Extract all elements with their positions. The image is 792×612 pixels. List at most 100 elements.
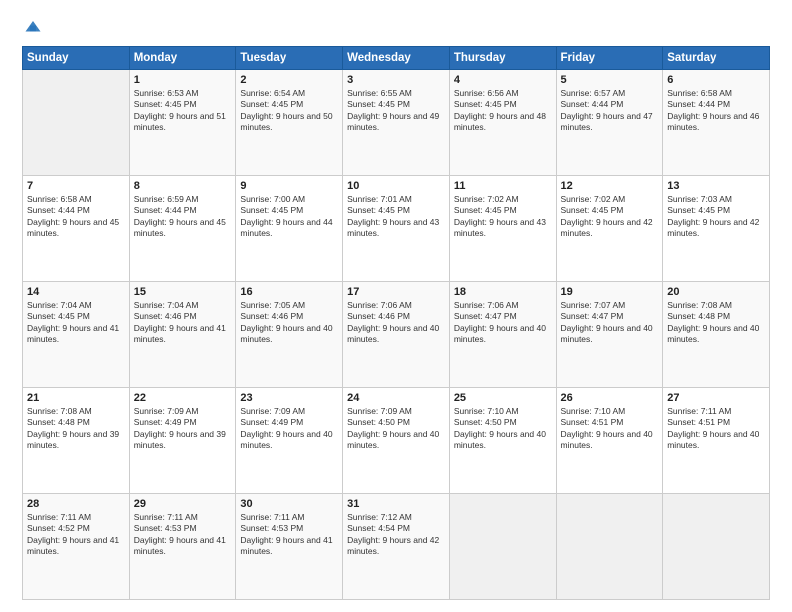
day-number: 1: [134, 74, 232, 86]
day-detail: Sunrise: 6:59 AMSunset: 4:44 PMDaylight:…: [134, 194, 232, 240]
day-number: 28: [27, 498, 125, 510]
day-detail: Sunrise: 6:56 AMSunset: 4:45 PMDaylight:…: [454, 88, 552, 134]
calendar-week-row: 1 Sunrise: 6:53 AMSunset: 4:45 PMDaylight…: [23, 70, 770, 176]
calendar-day-cell: 12Sunrise: 7:02 AMSunset: 4:45 PMDayligh…: [556, 176, 663, 282]
day-number: 31: [347, 498, 445, 510]
day-detail: Sunrise: 7:09 AMSunset: 4:49 PMDaylight:…: [240, 406, 338, 452]
day-number: 12: [561, 180, 659, 192]
day-detail: Sunrise: 7:03 AMSunset: 4:45 PMDaylight:…: [667, 194, 765, 240]
day-number: 23: [240, 392, 338, 404]
calendar-day-cell: [556, 494, 663, 600]
day-number: 5: [561, 74, 659, 86]
day-detail: Sunrise: 6:53 AMSunset: 4:45 PMDaylight:…: [134, 88, 232, 134]
calendar-day-cell: 10Sunrise: 7:01 AMSunset: 4:45 PMDayligh…: [343, 176, 450, 282]
day-detail: Sunrise: 7:09 AMSunset: 4:50 PMDaylight:…: [347, 406, 445, 452]
day-detail: Sunrise: 7:11 AMSunset: 4:53 PMDaylight:…: [134, 512, 232, 558]
day-detail: Sunrise: 6:57 AMSunset: 4:44 PMDaylight:…: [561, 88, 659, 134]
day-number: 25: [454, 392, 552, 404]
day-number: 14: [27, 286, 125, 298]
calendar-day-cell: 19 Sunrise: 7:07 AMSunset: 4:47 PMDayligh…: [556, 282, 663, 388]
day-detail: Sunrise: 7:06 AMSunset: 4:46 PMDaylight:…: [347, 300, 445, 346]
logo-text: [22, 18, 42, 36]
calendar-body: 1 Sunrise: 6:53 AMSunset: 4:45 PMDaylight…: [23, 70, 770, 600]
weekday-header: Tuesday: [236, 47, 343, 70]
day-detail: Sunrise: 7:07 AMSunset: 4:47 PMDaylight:…: [561, 300, 659, 346]
calendar-header: SundayMondayTuesdayWednesdayThursdayFrid…: [23, 47, 770, 70]
day-detail: Sunrise: 7:05 AMSunset: 4:46 PMDaylight:…: [240, 300, 338, 346]
day-detail: Sunrise: 6:58 AMSunset: 4:44 PMDaylight:…: [27, 194, 125, 240]
calendar-day-cell: 30Sunrise: 7:11 AMSunset: 4:53 PMDayligh…: [236, 494, 343, 600]
day-number: 8: [134, 180, 232, 192]
day-detail: Sunrise: 6:58 AMSunset: 4:44 PMDaylight:…: [667, 88, 765, 134]
day-detail: Sunrise: 7:11 AMSunset: 4:51 PMDaylight:…: [667, 406, 765, 452]
day-detail: Sunrise: 7:12 AMSunset: 4:54 PMDaylight:…: [347, 512, 445, 558]
calendar-day-cell: [663, 494, 770, 600]
calendar-day-cell: 21 Sunrise: 7:08 AMSunset: 4:48 PMDayligh…: [23, 388, 130, 494]
day-number: 21: [27, 392, 125, 404]
day-number: 6: [667, 74, 765, 86]
calendar-day-cell: 23 Sunrise: 7:09 AMSunset: 4:49 PMDayligh…: [236, 388, 343, 494]
calendar-day-cell: 3 Sunrise: 6:55 AMSunset: 4:45 PMDaylight…: [343, 70, 450, 176]
day-detail: Sunrise: 7:10 AMSunset: 4:50 PMDaylight:…: [454, 406, 552, 452]
day-number: 20: [667, 286, 765, 298]
calendar-day-cell: 25 Sunrise: 7:10 AMSunset: 4:50 PMDayligh…: [449, 388, 556, 494]
day-number: 7: [27, 180, 125, 192]
calendar-day-cell: 2 Sunrise: 6:54 AMSunset: 4:45 PMDaylight…: [236, 70, 343, 176]
calendar-day-cell: 13Sunrise: 7:03 AMSunset: 4:45 PMDayligh…: [663, 176, 770, 282]
calendar-day-cell: 26Sunrise: 7:10 AMSunset: 4:51 PMDayligh…: [556, 388, 663, 494]
calendar-day-cell: 5 Sunrise: 6:57 AMSunset: 4:44 PMDaylight…: [556, 70, 663, 176]
day-detail: Sunrise: 6:55 AMSunset: 4:45 PMDaylight:…: [347, 88, 445, 134]
day-detail: Sunrise: 7:11 AMSunset: 4:52 PMDaylight:…: [27, 512, 125, 558]
weekday-header: Sunday: [23, 47, 130, 70]
calendar-day-cell: 15 Sunrise: 7:04 AMSunset: 4:46 PMDayligh…: [129, 282, 236, 388]
day-number: 17: [347, 286, 445, 298]
day-number: 2: [240, 74, 338, 86]
logo-icon: [24, 18, 42, 36]
day-detail: Sunrise: 7:04 AMSunset: 4:46 PMDaylight:…: [134, 300, 232, 346]
day-number: 10: [347, 180, 445, 192]
day-number: 11: [454, 180, 552, 192]
calendar-day-cell: 27 Sunrise: 7:11 AMSunset: 4:51 PMDayligh…: [663, 388, 770, 494]
day-number: 19: [561, 286, 659, 298]
day-number: 4: [454, 74, 552, 86]
day-detail: Sunrise: 7:08 AMSunset: 4:48 PMDaylight:…: [667, 300, 765, 346]
calendar-day-cell: 29 Sunrise: 7:11 AMSunset: 4:53 PMDayligh…: [129, 494, 236, 600]
weekday-header: Thursday: [449, 47, 556, 70]
day-number: 27: [667, 392, 765, 404]
day-detail: Sunrise: 7:08 AMSunset: 4:48 PMDaylight:…: [27, 406, 125, 452]
calendar-day-cell: 22 Sunrise: 7:09 AMSunset: 4:49 PMDayligh…: [129, 388, 236, 494]
calendar-day-cell: 7 Sunrise: 6:58 AMSunset: 4:44 PMDaylight…: [23, 176, 130, 282]
logo: [22, 18, 42, 36]
calendar-week-row: 28 Sunrise: 7:11 AMSunset: 4:52 PMDayligh…: [23, 494, 770, 600]
weekday-header: Wednesday: [343, 47, 450, 70]
day-detail: Sunrise: 7:00 AMSunset: 4:45 PMDaylight:…: [240, 194, 338, 240]
weekday-header: Monday: [129, 47, 236, 70]
day-number: 22: [134, 392, 232, 404]
calendar-day-cell: 11Sunrise: 7:02 AMSunset: 4:45 PMDayligh…: [449, 176, 556, 282]
day-number: 9: [240, 180, 338, 192]
day-number: 16: [240, 286, 338, 298]
calendar-day-cell: 17 Sunrise: 7:06 AMSunset: 4:46 PMDayligh…: [343, 282, 450, 388]
day-number: 24: [347, 392, 445, 404]
day-number: 15: [134, 286, 232, 298]
calendar-day-cell: 20 Sunrise: 7:08 AMSunset: 4:48 PMDayligh…: [663, 282, 770, 388]
day-number: 29: [134, 498, 232, 510]
header: [22, 18, 770, 36]
day-number: 18: [454, 286, 552, 298]
day-detail: Sunrise: 6:54 AMSunset: 4:45 PMDaylight:…: [240, 88, 338, 134]
calendar-day-cell: 8 Sunrise: 6:59 AMSunset: 4:44 PMDaylight…: [129, 176, 236, 282]
calendar-day-cell: 6 Sunrise: 6:58 AMSunset: 4:44 PMDaylight…: [663, 70, 770, 176]
calendar-day-cell: 9 Sunrise: 7:00 AMSunset: 4:45 PMDaylight…: [236, 176, 343, 282]
calendar-day-cell: [23, 70, 130, 176]
calendar-day-cell: 14Sunrise: 7:04 AMSunset: 4:45 PMDayligh…: [23, 282, 130, 388]
day-detail: Sunrise: 7:09 AMSunset: 4:49 PMDaylight:…: [134, 406, 232, 452]
page: SundayMondayTuesdayWednesdayThursdayFrid…: [0, 0, 792, 612]
calendar-table: SundayMondayTuesdayWednesdayThursdayFrid…: [22, 46, 770, 600]
calendar-day-cell: 4 Sunrise: 6:56 AMSunset: 4:45 PMDaylight…: [449, 70, 556, 176]
day-number: 3: [347, 74, 445, 86]
calendar-day-cell: 24 Sunrise: 7:09 AMSunset: 4:50 PMDayligh…: [343, 388, 450, 494]
day-number: 30: [240, 498, 338, 510]
weekday-header: Saturday: [663, 47, 770, 70]
calendar-week-row: 21 Sunrise: 7:08 AMSunset: 4:48 PMDayligh…: [23, 388, 770, 494]
day-detail: Sunrise: 7:06 AMSunset: 4:47 PMDaylight:…: [454, 300, 552, 346]
